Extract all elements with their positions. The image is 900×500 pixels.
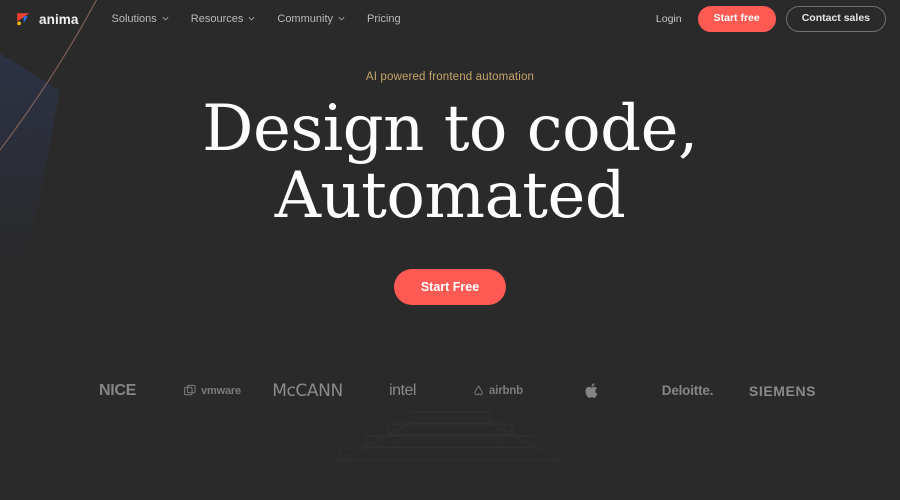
primary-nav: Solutions Resources Community Pricing: [101, 8, 412, 30]
customer-logo-label: McCANN: [272, 380, 343, 401]
customer-logo-label: SIEMENS: [748, 382, 817, 399]
chevron-down-icon: [338, 15, 345, 22]
customer-logo-mccann: McCANN: [260, 376, 355, 406]
hero-eyebrow: AI powered frontend automation: [365, 71, 535, 83]
hero-section: AI powered frontend automation Design to…: [0, 38, 900, 406]
customer-logo-vmware: vmware: [165, 376, 260, 406]
nav-item-solutions[interactable]: Solutions: [101, 8, 180, 30]
top-navigation-bar: anima Solutions Resources Community Pric…: [0, 0, 900, 38]
customer-logo-airbnb: airbnb: [450, 376, 545, 406]
customer-logo-label: vmware: [201, 384, 241, 397]
hero-headline-line-1: Design to code,: [202, 92, 698, 166]
nav-item-label: Resources: [190, 13, 244, 25]
hero-cta-wrapper: Start Free: [0, 268, 900, 305]
customer-logo-nice: NICE: [70, 376, 165, 406]
start-free-button[interactable]: Start free: [697, 6, 776, 32]
apple-icon: [585, 382, 600, 400]
anima-logo-icon: [14, 10, 33, 29]
nav-item-pricing[interactable]: Pricing: [356, 8, 412, 30]
brand-name: anima: [39, 11, 79, 27]
bottom-fade-overlay: [0, 442, 900, 500]
hero-start-free-button[interactable]: Start Free: [393, 268, 507, 305]
chevron-down-icon: [248, 15, 255, 22]
contact-sales-button[interactable]: Contact sales: [785, 6, 886, 32]
login-link[interactable]: Login: [650, 9, 688, 29]
hero-headline: Design to code, Automated: [0, 92, 900, 234]
customer-logo-strip: NICE vmware McCANN intel airbnb Deloitte…: [0, 376, 900, 406]
hero-headline-line-2: Automated: [274, 159, 626, 234]
nav-item-label: Pricing: [367, 13, 401, 25]
vmware-icon: [184, 384, 197, 397]
customer-logo-label: NICE: [98, 381, 137, 399]
header-actions: Login Start free Contact sales: [650, 6, 886, 32]
nav-item-label: Solutions: [111, 13, 157, 25]
customer-logo-intel: intel: [355, 376, 450, 406]
customer-logo-label: intel: [389, 381, 416, 399]
airbnb-icon: [472, 384, 485, 397]
customer-logo-label: airbnb: [489, 384, 523, 397]
customer-logo-apple: [545, 376, 640, 406]
nav-item-resources[interactable]: Resources: [180, 8, 267, 30]
nav-item-community[interactable]: Community: [266, 8, 356, 30]
customer-logo-siemens: SIEMENS: [735, 376, 830, 406]
perspective-card-stack: [220, 410, 680, 500]
customer-logo-deloitte: Deloitte.: [640, 376, 735, 406]
nav-item-label: Community: [277, 13, 333, 25]
brand-logo[interactable]: anima: [14, 10, 79, 29]
chevron-down-icon: [162, 15, 169, 22]
customer-logo-label: Deloitte.: [661, 383, 714, 399]
